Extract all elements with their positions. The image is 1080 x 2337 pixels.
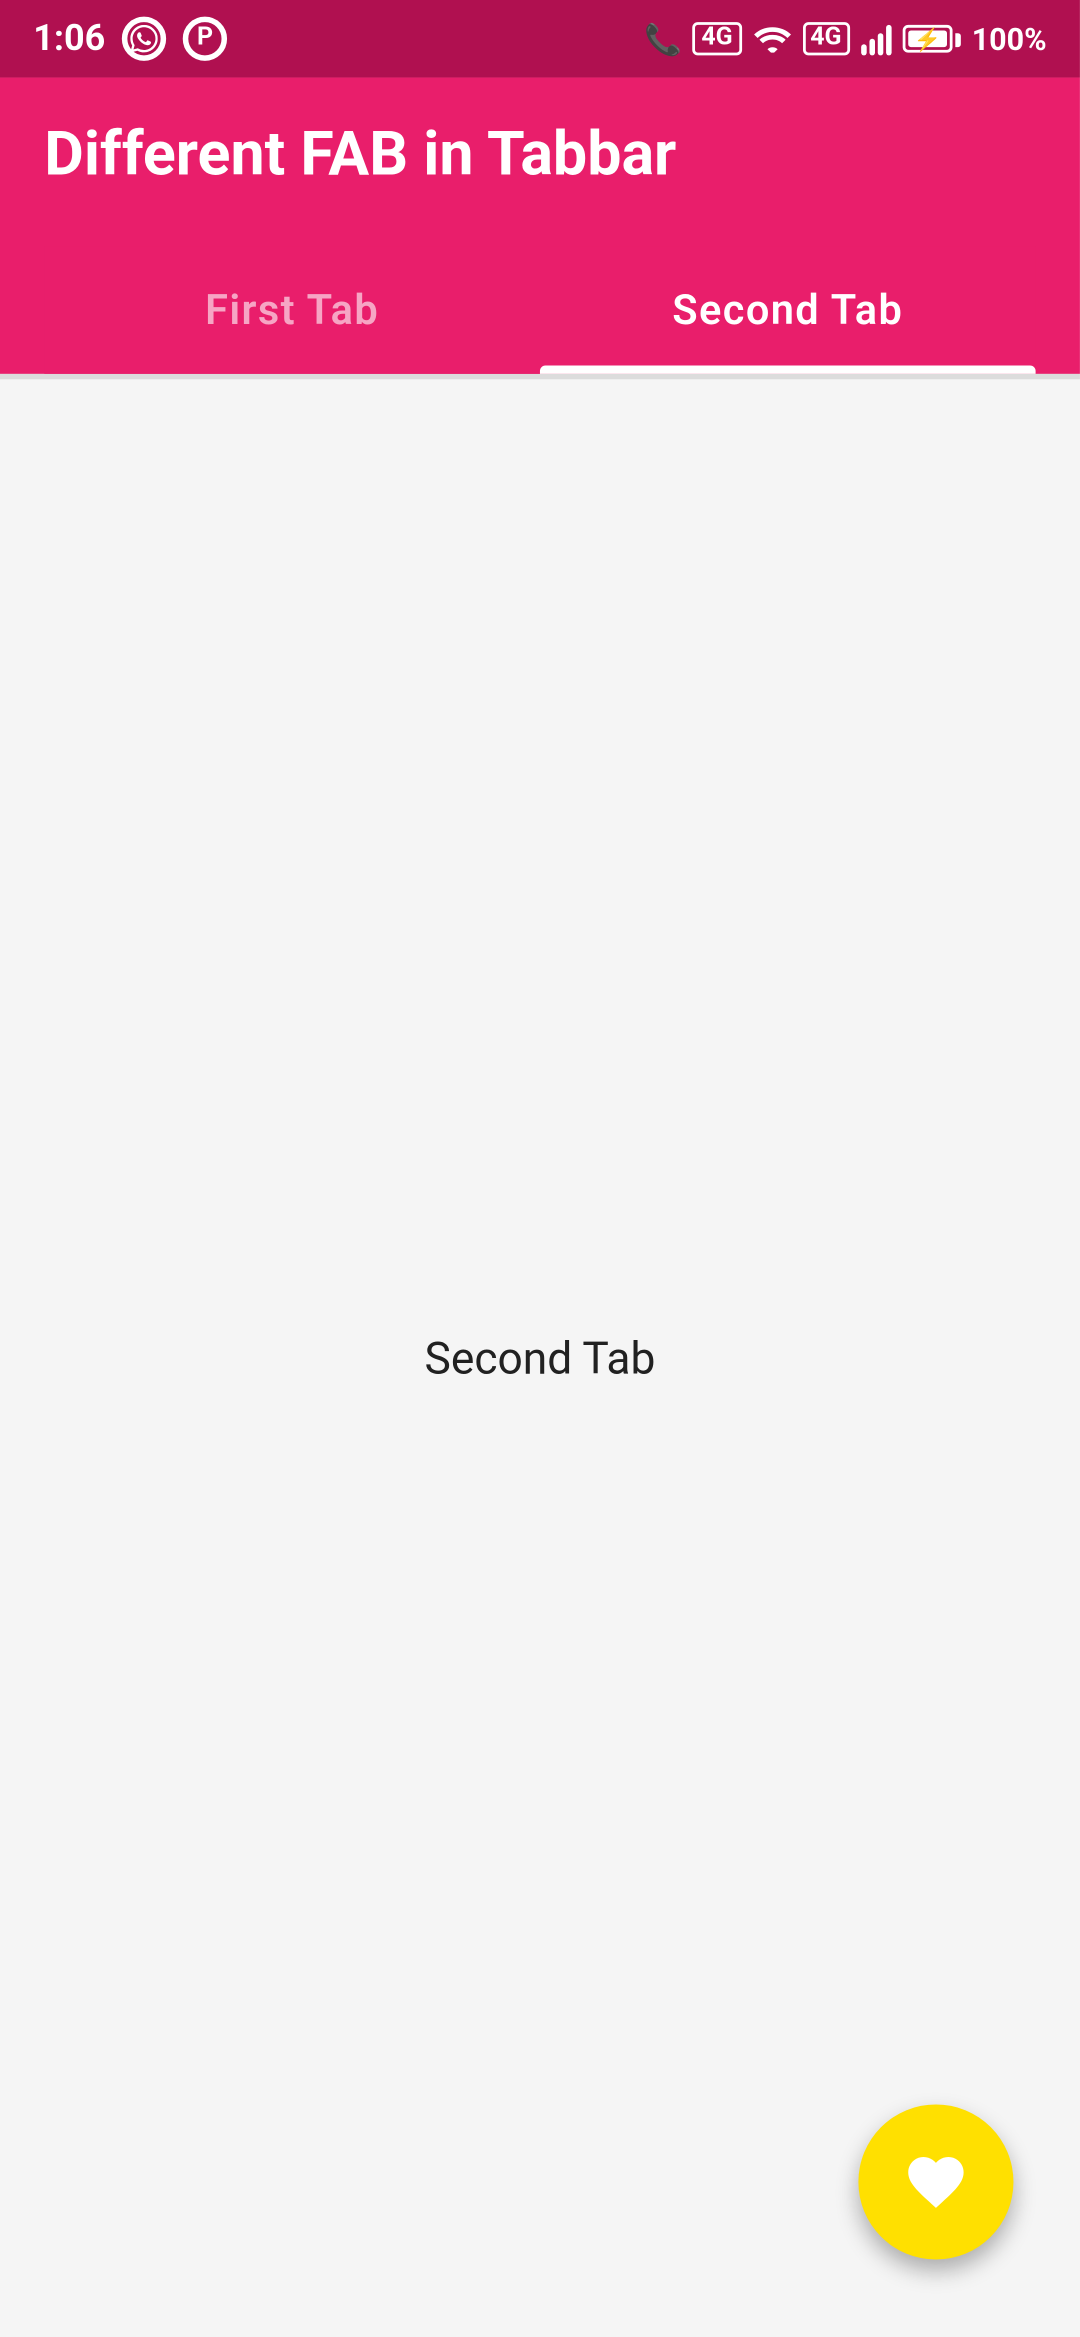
battery-percent: 100%	[972, 21, 1047, 57]
fab-button[interactable]	[858, 2104, 1013, 2259]
whatsapp-icon	[122, 17, 166, 61]
wifi-icon	[752, 25, 791, 53]
phone-icon: 📞	[644, 21, 682, 57]
app-container: 1:06 P 📞 4G 4G	[0, 0, 1080, 2337]
status-time: 1:06	[33, 18, 105, 60]
content-text: Second Tab	[425, 1332, 656, 1385]
signal-bars	[861, 22, 891, 55]
app-title: Different FAB in Tabbar	[44, 122, 1035, 191]
battery-icon: ⚡	[902, 25, 960, 53]
status-bar: 1:06 P 📞 4G 4G	[0, 0, 1080, 78]
app-bar: Different FAB in Tabbar First Tab Second…	[0, 78, 1080, 374]
parking-icon: P	[183, 17, 227, 61]
network-4g-badge: 4G	[693, 21, 741, 56]
heart-icon	[903, 2149, 969, 2215]
tabs-container: First Tab Second Tab	[44, 246, 1035, 373]
status-left: 1:06 P	[33, 17, 227, 61]
tab-first[interactable]: First Tab	[44, 246, 540, 373]
tab-second[interactable]: Second Tab	[540, 246, 1036, 373]
4g-signal-badge: 4G	[802, 21, 850, 56]
status-right: 📞 4G 4G ⚡ 1	[644, 21, 1047, 57]
content-area: Second Tab	[0, 379, 1080, 2337]
